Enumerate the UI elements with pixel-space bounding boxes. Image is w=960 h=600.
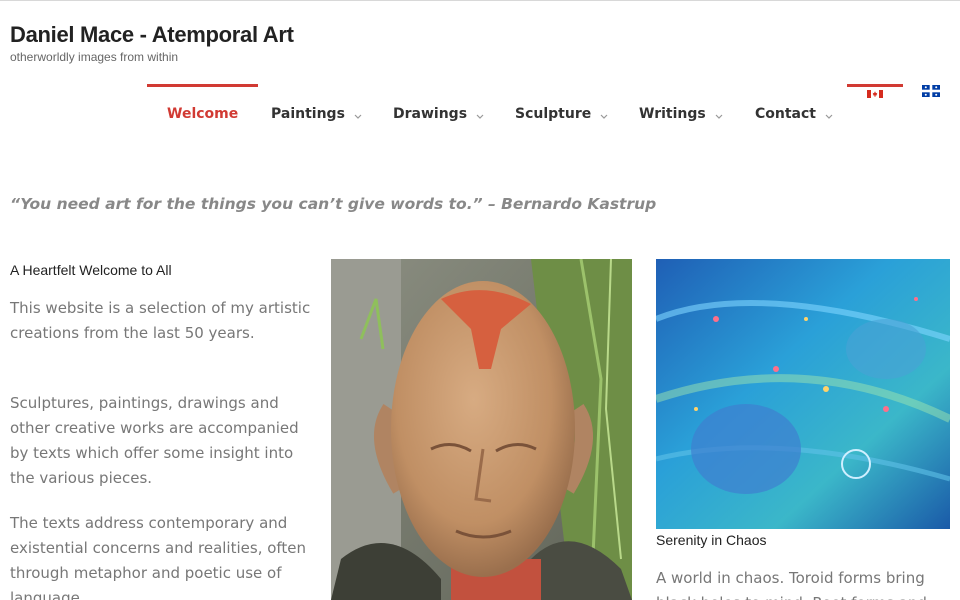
welcome-paragraph: Sculptures, paintings, drawings and othe… bbox=[10, 394, 299, 487]
main-nav: Welcome Paintings Drawings Sculpture Wri… bbox=[0, 84, 960, 144]
nav-item-paintings[interactable]: Paintings bbox=[271, 84, 366, 144]
language-french[interactable] bbox=[921, 84, 941, 98]
painting-description: A world in chaos. Toroid forms bring bla… bbox=[656, 569, 927, 600]
top-border bbox=[0, 0, 960, 1]
painting-image[interactable] bbox=[656, 259, 950, 529]
nav-item-welcome[interactable]: Welcome bbox=[146, 84, 259, 144]
featured-quote: “You need art for the things you can’t g… bbox=[10, 195, 657, 213]
chevron-down-icon bbox=[354, 109, 366, 119]
nav-item-drawings[interactable]: Drawings bbox=[393, 84, 488, 144]
canada-flag-icon bbox=[867, 83, 883, 102]
painting-caption: Serenity in Chaos bbox=[656, 532, 767, 548]
chevron-down-icon bbox=[715, 109, 727, 119]
welcome-paragraph: The texts address contemporary and exist… bbox=[10, 514, 307, 600]
nav-item-label: Paintings bbox=[271, 106, 345, 122]
chevron-down-icon bbox=[476, 109, 488, 119]
nav-item-label: Sculpture bbox=[515, 106, 592, 122]
nav-item-label: Welcome bbox=[167, 106, 239, 122]
welcome-heading: A Heartfelt Welcome to All bbox=[10, 262, 172, 278]
site-tagline: otherworldly images from within bbox=[10, 50, 179, 64]
chevron-down-icon bbox=[600, 109, 612, 119]
chevron-down-icon bbox=[825, 109, 837, 119]
sculpted-head-image[interactable] bbox=[331, 259, 632, 600]
language-english[interactable] bbox=[847, 84, 903, 98]
nav-item-label: Writings bbox=[639, 106, 706, 122]
site-title[interactable]: Daniel Mace - Atemporal Art bbox=[10, 22, 294, 48]
nav-item-label: Drawings bbox=[393, 106, 468, 122]
nav-item-contact[interactable]: Contact bbox=[755, 84, 837, 144]
nav-item-writings[interactable]: Writings bbox=[639, 84, 727, 144]
nav-item-label: Contact bbox=[755, 106, 816, 122]
welcome-paragraph: This website is a selection of my artist… bbox=[10, 299, 311, 342]
nav-item-sculpture[interactable]: Sculpture bbox=[515, 84, 612, 144]
quebec-flag-icon bbox=[922, 82, 940, 101]
